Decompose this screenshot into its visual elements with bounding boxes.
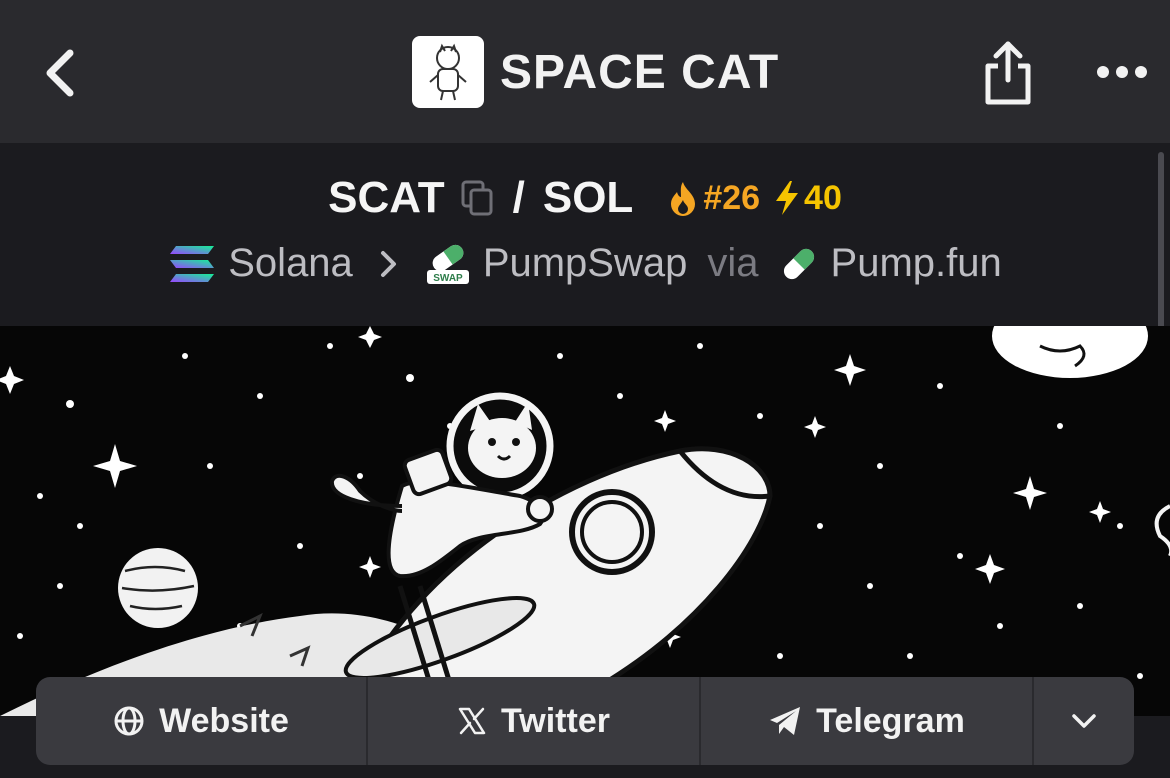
chevron-left-icon [46, 49, 74, 97]
base-token-symbol: SCAT [328, 173, 445, 222]
solana-icon [170, 245, 215, 282]
token-title-group: SPACE CAT [412, 36, 779, 108]
twitter-link-button[interactable]: Twitter [368, 677, 701, 765]
dex-name: PumpSwap [482, 241, 688, 285]
page-title: SPACE CAT [500, 45, 780, 99]
ellipsis-icon [1097, 66, 1147, 78]
telegram-icon [770, 707, 801, 735]
share-icon [985, 41, 1031, 105]
boost-count: 40 [804, 178, 842, 217]
flame-icon [671, 182, 696, 216]
pair-separator: / [512, 173, 525, 222]
pair-row: SCAT / SOL #26 40 [0, 173, 1170, 223]
twitter-label: Twitter [501, 701, 610, 740]
globe-icon [114, 706, 144, 736]
launchpad-link[interactable]: Pump.fun [779, 241, 1002, 286]
chain-name: Solana [228, 241, 353, 285]
swap-text: SWAP [433, 273, 463, 284]
lightning-icon [776, 181, 799, 215]
via-label: via [707, 241, 759, 285]
token-banner-image [0, 326, 1170, 716]
copy-address-button[interactable] [459, 178, 495, 218]
trending-rank: #26 [703, 178, 761, 217]
token-logo [412, 36, 484, 108]
share-button[interactable] [978, 36, 1038, 108]
pair-header: SCAT / SOL #26 40 Solana SWAP PumpSwap v… [0, 143, 1170, 326]
telegram-link-button[interactable]: Telegram [701, 677, 1034, 765]
pill-icon [783, 248, 814, 279]
top-nav-bar: SPACE CAT [0, 0, 1170, 143]
launchpad-name: Pump.fun [830, 241, 1002, 285]
pair-breadcrumb: Solana SWAP PumpSwap via Pump.fun [0, 241, 1170, 286]
website-link-button[interactable]: Website [36, 677, 368, 765]
trending-rank-badge[interactable]: #26 [667, 179, 760, 218]
pumpswap-icon: SWAP [426, 244, 469, 284]
social-links-bar: Website Twitter Telegram [36, 677, 1134, 765]
website-label: Website [159, 701, 289, 740]
chain-link[interactable]: Solana [168, 241, 353, 286]
telegram-label: Telegram [816, 701, 965, 740]
chevron-right-icon [379, 249, 399, 279]
copy-icon [461, 180, 493, 216]
boost-badge[interactable]: 40 [774, 179, 842, 218]
back-button[interactable] [30, 40, 90, 106]
dex-link[interactable]: SWAP PumpSwap [425, 241, 688, 286]
quote-token-symbol: SOL [542, 173, 634, 222]
chevron-down-icon [1072, 714, 1096, 728]
more-options-button[interactable] [1092, 52, 1152, 92]
more-links-button[interactable] [1034, 677, 1134, 765]
x-icon [458, 707, 486, 735]
